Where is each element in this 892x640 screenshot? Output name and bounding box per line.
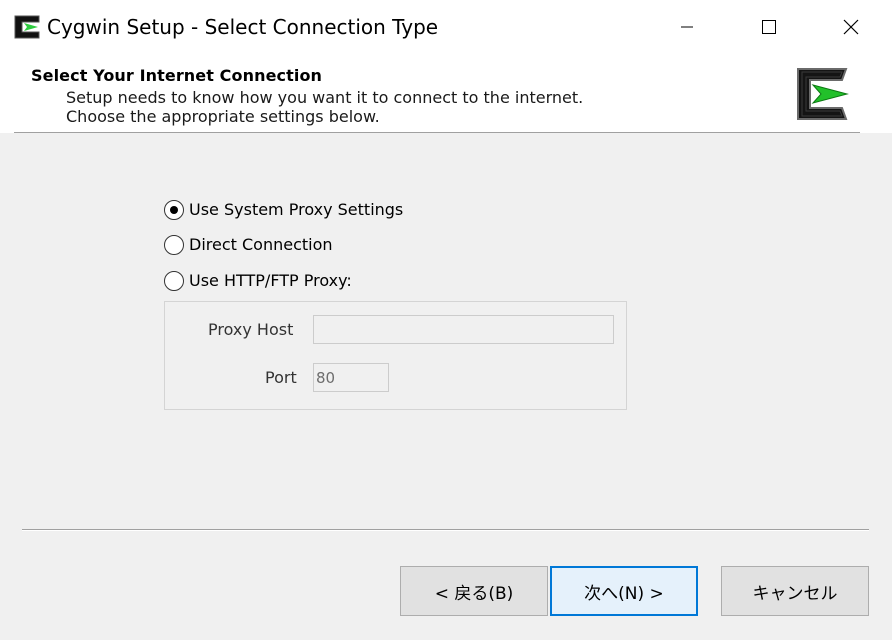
radio-direct-connection[interactable]: Direct Connection [164,235,333,255]
wizard-header: Select Your Internet Connection Setup ne… [0,53,892,133]
page-title: Select Your Internet Connection [31,66,323,85]
description-line: Choose the appropriate settings below. [66,107,380,126]
minimize-icon [681,26,693,27]
proxy-host-label: Proxy Host [208,320,294,339]
radio-button[interactable] [164,271,184,291]
radio-http-ftp-proxy[interactable]: Use HTTP/FTP Proxy: [164,271,352,291]
proxy-host-input[interactable] [313,315,614,344]
maximize-button[interactable] [728,0,810,53]
next-button[interactable]: 次へ(N) > [550,566,698,616]
minimize-button[interactable] [646,0,728,53]
footer-divider [22,529,869,531]
radio-label: Direct Connection [189,235,333,254]
radio-label: Use System Proxy Settings [189,200,404,219]
radio-button[interactable] [164,235,184,255]
radio-label: Use HTTP/FTP Proxy: [189,271,352,290]
cygwin-logo-icon [14,15,40,39]
window-title: Cygwin Setup - Select Connection Type [47,15,439,39]
page-description: Setup needs to know how you want it to c… [66,88,583,126]
proxy-port-label: Port [265,368,297,387]
proxy-port-input[interactable] [313,363,389,392]
radio-button-checked[interactable] [164,200,184,220]
radio-system-proxy[interactable]: Use System Proxy Settings [164,200,403,220]
title-bar: Cygwin Setup - Select Connection Type [0,0,892,53]
header-divider [14,132,860,133]
maximize-icon [762,19,776,34]
close-button[interactable] [810,0,892,53]
description-line: Setup needs to know how you want it to c… [66,88,584,107]
cygwin-logo-icon [797,68,849,120]
close-icon [843,19,859,34]
cancel-button[interactable]: キャンセル [721,566,869,616]
back-button[interactable]: < 戻る(B) [400,566,548,616]
